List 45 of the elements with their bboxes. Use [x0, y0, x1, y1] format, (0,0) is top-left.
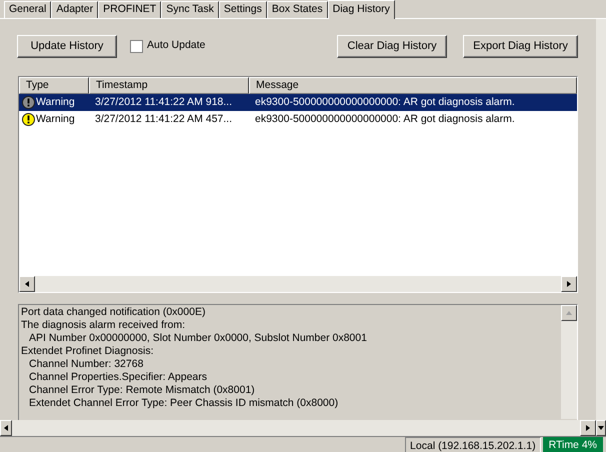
- down-arrow-icon: [597, 425, 605, 431]
- left-arrow-icon: [3, 424, 9, 432]
- table-cell-text: 3/27/2012 11:41:22 AM 457...: [94, 112, 233, 127]
- tab[interactable]: General: [4, 1, 52, 18]
- table-row[interactable]: Warning 3/27/2012 11:41:22 AM 457... ek9300-500000000000000000: AR got diagnosis alarm.: [19, 111, 577, 128]
- column-header[interactable]: Type: [19, 77, 89, 94]
- tab[interactable]: Settings: [218, 1, 267, 18]
- vertical-scrollbar[interactable]: [596, 19, 606, 436]
- export-diag-history-button[interactable]: Export Diag History: [463, 34, 578, 58]
- detail-line: Channel Properties.Specifier: Appears: [28, 371, 208, 384]
- update-history-button[interactable]: Update History: [17, 34, 117, 58]
- detail-line: The diagnosis alarm received from:: [21, 319, 186, 332]
- right-arrow-icon: [566, 280, 572, 288]
- detail-line: Extendet Channel Error Type: Peer Chassis ID mismatch (0x8000): [28, 397, 340, 410]
- detail-line: API Number 0x00000000, Slot Number 0x0000, Subslot Number 0x8001: [28, 332, 368, 345]
- warning-icon: [22, 113, 35, 126]
- column-header[interactable]: Message: [249, 77, 577, 94]
- warning-icon: [22, 96, 35, 109]
- detail-line: Channel Number: 32768: [28, 358, 144, 371]
- clear-diag-history-button[interactable]: Clear Diag History: [337, 34, 447, 58]
- rtime-status: RTime 4%: [542, 437, 603, 452]
- left-arrow-icon: [24, 280, 30, 288]
- table-cell-text: ek9300-500000000000000000: AR got diagnosis alarm.: [254, 112, 516, 127]
- checkbox-label: Auto Update: [147, 38, 206, 54]
- connection-status: Local (192.168.15.202.1.1): [405, 437, 541, 452]
- detail-line: Port data changed notification (0x000E): [21, 306, 206, 319]
- tab[interactable]: Sync Task: [161, 1, 219, 18]
- table-cell-text: Warning: [36, 94, 75, 110]
- table-row[interactable]: Warning 3/27/2012 11:41:22 AM 918... ek9300-500000000000000000: AR got diagnosis alarm.: [19, 94, 577, 111]
- detail-line: Channel Error Type: Remote Mismatch (0x8001): [28, 384, 256, 397]
- table-cell-text: Warning: [36, 112, 75, 127]
- tab[interactable]: Diag History: [328, 0, 395, 19]
- up-arrow-icon: [565, 310, 573, 316]
- table-cell-text: ek9300-500000000000000000: AR got diagnosis alarm.: [254, 94, 516, 110]
- table-cell-text: 3/27/2012 11:41:22 AM 918...: [94, 94, 233, 110]
- tab[interactable]: Box States: [266, 1, 328, 18]
- horizontal-scrollbar[interactable]: [0, 420, 596, 436]
- checkbox[interactable]: [130, 40, 143, 52]
- tab[interactable]: PROFINET: [98, 1, 162, 18]
- right-arrow-icon: [585, 424, 591, 432]
- column-header[interactable]: Timestamp: [89, 77, 249, 94]
- vertical-scrollbar[interactable]: [561, 305, 577, 419]
- horizontal-scrollbar[interactable]: [19, 276, 577, 292]
- tab[interactable]: Adapter: [51, 1, 98, 18]
- detail-line: Extendet Profinet Diagnosis:: [21, 345, 154, 358]
